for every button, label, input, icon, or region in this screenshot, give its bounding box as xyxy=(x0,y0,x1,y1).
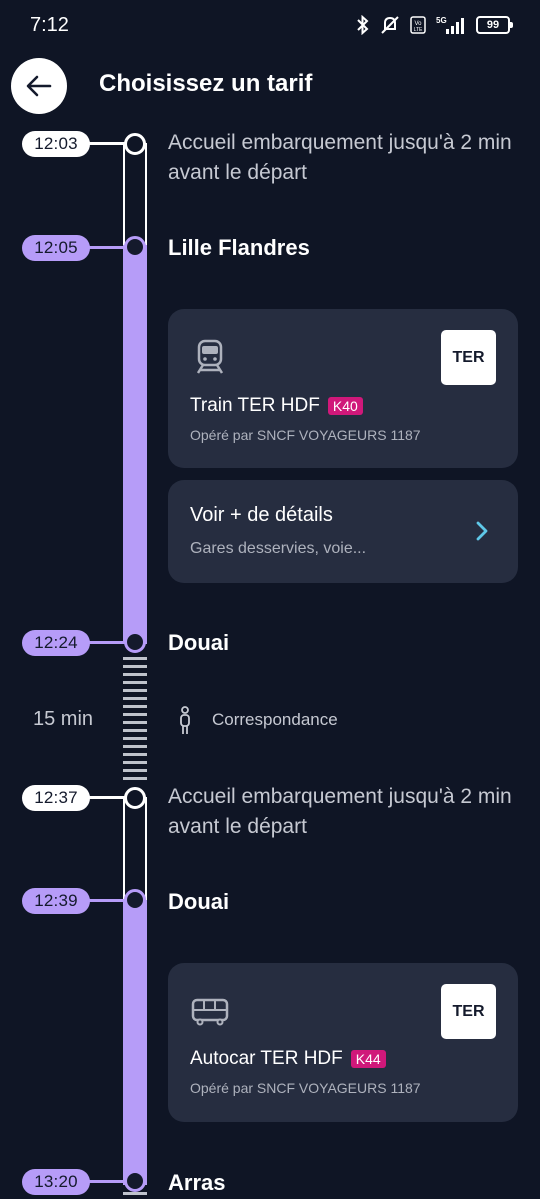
status-time: 7:12 xyxy=(30,14,69,36)
status-icons: Vo LTE 5G 99 xyxy=(356,14,513,36)
timeline-node xyxy=(124,236,146,258)
connection-dashes xyxy=(123,657,147,785)
card-title-row: Train TER HDF K40 xyxy=(190,395,363,417)
network-label: 5G xyxy=(436,16,447,25)
bus-segment-rail xyxy=(123,900,147,1185)
connection-label: Correspondance xyxy=(212,710,338,729)
time-connector xyxy=(88,246,126,249)
details-subtitle: Gares desservies, voie... xyxy=(190,540,367,557)
details-card[interactable]: Voir + de détails Gares desservies, voie… xyxy=(168,480,518,583)
connection-duration: 15 min xyxy=(33,708,94,730)
status-bar: 7:12 Vo LTE 5G 99 xyxy=(0,0,540,50)
boarding-rail-1 xyxy=(123,143,147,247)
bus-card[interactable]: TER Autocar TER HDF K44 Opéré par SNCF V… xyxy=(168,963,518,1122)
line-code-badge: K40 xyxy=(327,397,363,415)
time-pill: 12:03 xyxy=(22,131,90,157)
time-connector xyxy=(88,142,126,145)
back-button[interactable] xyxy=(11,58,67,114)
time-connector xyxy=(88,1180,126,1183)
time-pill: 12:05 xyxy=(22,235,90,261)
bus-icon xyxy=(191,998,229,1026)
timeline-node xyxy=(124,631,146,653)
bluetooth-icon xyxy=(357,15,369,35)
ter-badge: TER xyxy=(441,984,496,1039)
signal-icon: 5G xyxy=(436,16,464,34)
station-name: Douai xyxy=(168,889,230,914)
time-connector xyxy=(88,641,126,644)
timeline-node xyxy=(124,889,146,911)
time-pill: 12:24 xyxy=(22,630,90,656)
train-segment-rail xyxy=(123,245,147,644)
time-connector xyxy=(88,899,126,902)
details-title: Voir + de détails xyxy=(190,504,333,526)
timeline-node xyxy=(124,1170,146,1192)
page-title: Choisissez un tarif xyxy=(99,70,313,97)
timeline-node xyxy=(124,133,146,155)
battery-icon: 99 xyxy=(476,16,513,34)
line-code-badge: K44 xyxy=(350,1050,386,1068)
timeline-node xyxy=(124,787,146,809)
time-connector xyxy=(88,796,126,799)
arrival-dashes xyxy=(123,1192,147,1199)
train-card[interactable]: TER Train TER HDF K40 Opéré par SNCF VOY… xyxy=(168,309,518,468)
time-pill: 12:37 xyxy=(22,785,90,811)
svg-text:LTE: LTE xyxy=(414,27,423,33)
card-title: Autocar TER HDF xyxy=(190,1048,343,1069)
operator-text: Opéré par SNCF VOYAGEURS 1187 xyxy=(190,427,421,443)
station-name: Lille Flandres xyxy=(168,235,310,260)
boarding-info-text: Accueil embarquement jusqu'à 2 min avant… xyxy=(168,785,512,838)
arrow-left-icon xyxy=(26,75,52,97)
station-name: Douai xyxy=(168,630,230,655)
operator-text: Opéré par SNCF VOYAGEURS 1187 xyxy=(190,1080,421,1096)
time-pill: 13:20 xyxy=(22,1169,90,1195)
train-icon xyxy=(196,339,224,374)
card-title-row: Autocar TER HDF K44 xyxy=(190,1048,386,1070)
boarding-rail-2 xyxy=(123,797,147,901)
station-name: Arras xyxy=(168,1170,226,1195)
boarding-info-text: Accueil embarquement jusqu'à 2 min avant… xyxy=(168,131,512,184)
walking-person-icon xyxy=(180,706,190,734)
mute-icon xyxy=(381,16,399,34)
volte-icon: VoLTE xyxy=(410,16,426,34)
time-pill: 12:39 xyxy=(22,888,90,914)
chevron-right-icon xyxy=(476,521,488,541)
card-title: Train TER HDF xyxy=(190,395,320,416)
ter-badge: TER xyxy=(441,330,496,385)
